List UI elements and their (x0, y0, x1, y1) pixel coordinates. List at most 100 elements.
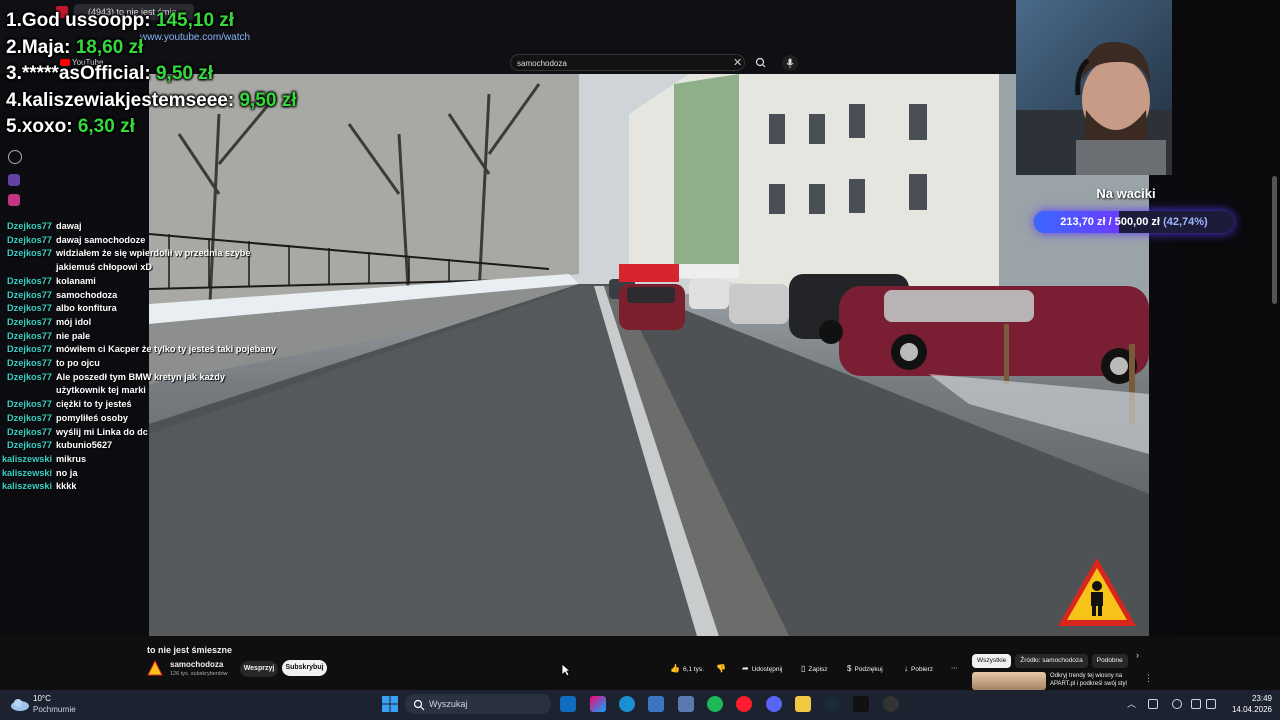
chat-text: widziałem że się wpierdolił w przednia s… (56, 248, 251, 273)
search-icon (755, 57, 766, 68)
chevron-up-icon[interactable]: ︿ (1127, 697, 1136, 710)
chat-username[interactable]: Dzejkos77 (0, 426, 56, 440)
twitch-icon[interactable] (8, 174, 20, 186)
chat-message: Dzejkos77 samochodoza (0, 289, 330, 303)
search-icon (413, 698, 425, 711)
chat-username[interactable]: Dzejkos77 (0, 371, 56, 398)
chat-username[interactable]: Dzejkos77 (0, 247, 56, 274)
subscribe-button[interactable]: Subskrybuj (282, 660, 327, 676)
chat-username[interactable]: kaliszewski (0, 467, 56, 481)
leaderboard-name: kaliszewiakjestemseee: (21, 89, 235, 111)
chat-message: kaliszewski no ja (0, 467, 330, 481)
leaderboard-amount: 9,50 zł (155, 63, 214, 84)
chat-username[interactable]: Dzejkos77 (0, 330, 56, 344)
file-explorer-icon[interactable] (795, 696, 811, 712)
chat-username[interactable]: Dzejkos77 (0, 275, 56, 289)
tray-app-icon[interactable] (1148, 699, 1158, 709)
chat-username[interactable]: Dzejkos77 (0, 439, 56, 453)
download-button[interactable]: ↓ Pobierz (904, 661, 933, 676)
copilot-icon[interactable] (590, 696, 606, 712)
chat-username[interactable]: Dzejkos77 (0, 316, 56, 330)
obs-icon[interactable] (883, 696, 899, 712)
leaderboard-name: Maja: (21, 36, 71, 58)
recommendation-menu-icon[interactable]: ⋮ (1144, 673, 1153, 684)
network-icon[interactable] (1191, 699, 1201, 709)
instagram-icon[interactable] (8, 194, 20, 206)
chat-text: kolanami (56, 275, 96, 286)
chat-message: Dzejkos77 widziałem że się wpierdolił w p… (0, 247, 330, 274)
chat-text: mówiłem ci Kacper że tylko ty jesteś tak… (56, 344, 277, 355)
download-icon: ↓ (904, 664, 908, 673)
discord-icon[interactable] (766, 696, 782, 712)
chat-username[interactable]: Dzejkos77 (0, 220, 56, 234)
chat-username[interactable]: Dzejkos77 (0, 302, 56, 316)
thanks-icon: $ (847, 664, 852, 673)
goal-current: 213,70 zł (1060, 216, 1106, 228)
chip-source[interactable]: Źródło: samochodoza (1015, 654, 1088, 668)
chat-message: Dzejkos77 to po ojcu (0, 357, 330, 371)
dislike-button[interactable]: 👎 (716, 661, 729, 676)
calculator-icon[interactable] (678, 696, 694, 712)
microphone-tray-icon[interactable] (1172, 699, 1182, 709)
taskbar-search-input[interactable]: Wyszukaj (405, 694, 551, 714)
thumbs-up-icon: 👍 (670, 664, 680, 673)
chat-username[interactable]: Dzejkos77 (0, 412, 56, 426)
leaderboard-entry: 2.Maja: 18,60 zł (6, 35, 297, 62)
like-button[interactable]: 👍 6,1 tys. (670, 661, 704, 676)
share-button[interactable]: ➦ Udostępnij (742, 661, 782, 676)
chip-all[interactable]: Wszystkie (972, 654, 1012, 668)
like-count: 6,1 tys. (682, 666, 704, 673)
recommendation-thumbnail[interactable] (972, 672, 1046, 690)
chat-username[interactable]: Dzejkos77 (0, 343, 56, 357)
chat-username[interactable]: Dzejkos77 (0, 289, 56, 303)
leaderboard-rank: 5. (6, 116, 22, 137)
chat-message: Dzejkos77 pomyliłeś osoby (0, 412, 330, 426)
clear-search-icon[interactable]: ✕ (733, 56, 742, 69)
chat-text: nie pale (56, 330, 91, 341)
chat-message: Dzejkos77 kolanami (0, 275, 330, 289)
thanks-button[interactable]: $ Podziękuj (847, 661, 883, 676)
chat-username[interactable]: Dzejkos77 (0, 234, 56, 248)
more-actions-button[interactable]: ⋯ (951, 661, 958, 676)
save-label: Zapisz (808, 666, 828, 673)
chevron-right-icon[interactable]: › (1136, 650, 1139, 660)
donation-goal-bar: 213,70 zł / 500,00 zł (42,74%) (1034, 211, 1234, 233)
windows-start-icon[interactable] (381, 695, 399, 713)
microphone-icon (786, 58, 794, 68)
openai-icon[interactable] (8, 150, 22, 164)
channel-name[interactable]: samochodoza (170, 660, 223, 669)
save-button[interactable]: ▯ Zapisz (801, 661, 828, 676)
thanks-label: Podziękuj (854, 666, 883, 673)
store-icon[interactable] (648, 696, 664, 712)
microphone-button[interactable] (782, 55, 798, 71)
search-button[interactable] (752, 54, 770, 71)
clock-date[interactable]: 14.04.2026 (1222, 705, 1272, 714)
steam-icon[interactable] (824, 696, 840, 712)
goal-text: 213,70 zł / 500,00 zł (42,74%) (1034, 211, 1234, 233)
support-button[interactable]: Wesprzyj (240, 661, 278, 677)
chat-username[interactable]: Dzejkos77 (0, 357, 56, 371)
weather-description[interactable]: Pochmurnie (33, 705, 76, 714)
chat-message: Dzejkos77 nie pale (0, 330, 330, 344)
channel-avatar[interactable] (147, 659, 163, 676)
youtube-search-input[interactable]: samochodoza (510, 54, 745, 71)
outlook-icon[interactable] (560, 696, 576, 712)
spotify-icon[interactable] (707, 696, 723, 712)
volume-icon[interactable] (1206, 699, 1216, 709)
scrollbar[interactable] (1272, 176, 1277, 304)
weather-temperature[interactable]: 10°C (33, 694, 51, 703)
recommendation-title[interactable]: Odkryj trendy tej wiosny na APART.pl i p… (1050, 672, 1140, 688)
chat-message: Dzejkos77 ciężki to ty jesteś (0, 398, 330, 412)
chip-similar[interactable]: Podobne (1091, 654, 1128, 668)
chat-username[interactable]: Dzejkos77 (0, 398, 56, 412)
edge-icon[interactable] (619, 696, 635, 712)
cloud-icon[interactable] (10, 697, 30, 711)
epic-games-icon[interactable] (853, 696, 869, 712)
chat-message: Dzejkos77 wyślij mi Linka do dc (0, 426, 330, 440)
clock-time[interactable]: 23:49 (1232, 694, 1272, 703)
opera-icon[interactable] (736, 696, 752, 712)
channel-subscribers: 126 tys. subskrybentów (170, 671, 228, 677)
chat-text: to po ojcu (56, 358, 100, 369)
chat-username[interactable]: kaliszewski (0, 480, 56, 494)
chat-username[interactable]: kaliszewski (0, 453, 56, 467)
